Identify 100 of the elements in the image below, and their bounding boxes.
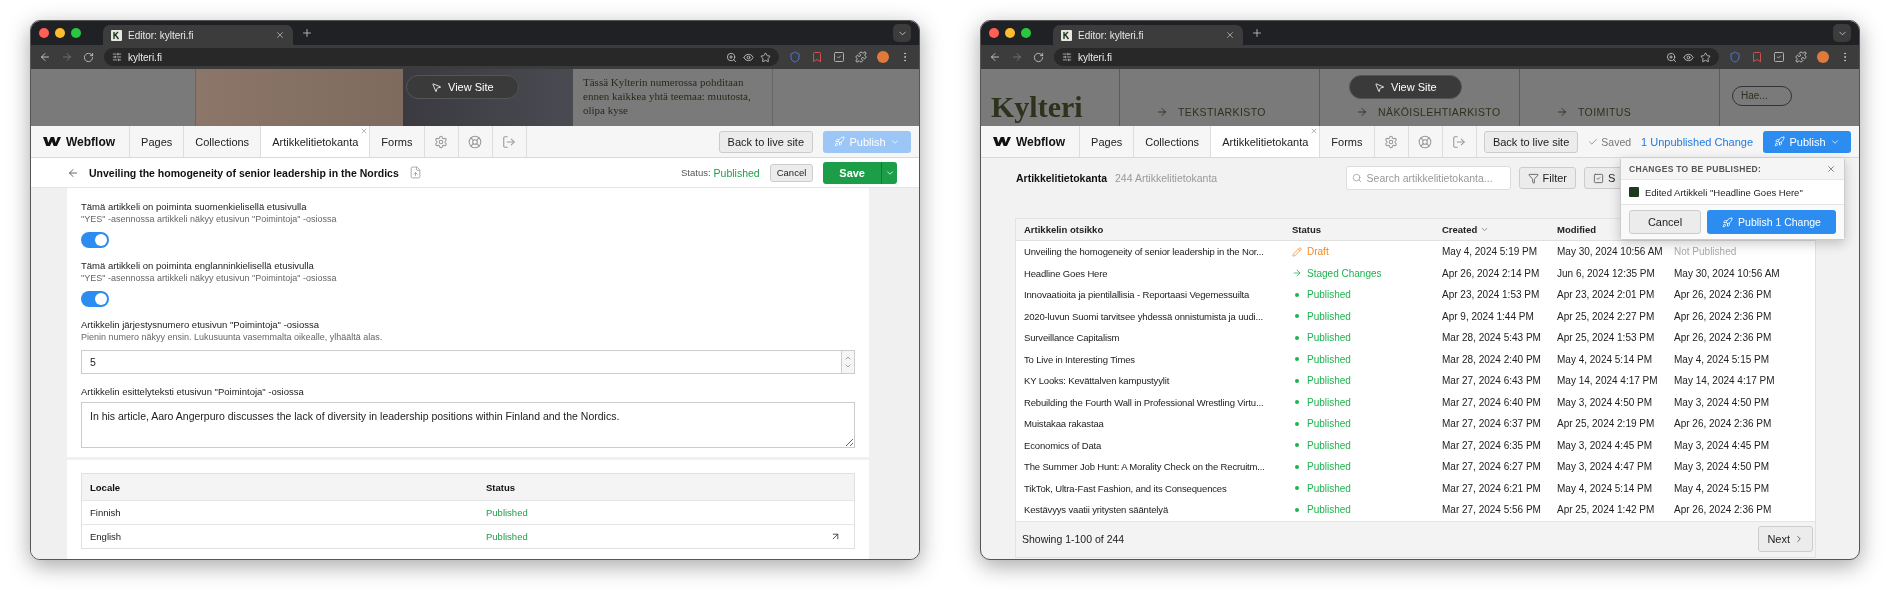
collection-icon	[1629, 187, 1639, 197]
minimize-window-button[interactable]	[1005, 28, 1015, 38]
view-site-button[interactable]: View Site	[406, 75, 519, 99]
back-icon[interactable]	[39, 51, 51, 63]
table-cell-text: Kestävyys vaatii yritysten sääntelyä	[1024, 504, 1170, 516]
extensions-icon[interactable]	[1795, 51, 1807, 63]
browser-tab[interactable]: Editor: kylteri.fi	[103, 25, 293, 45]
table-cell-text: Apr 26, 2024 2:36 PM	[1674, 289, 1773, 301]
shield-extension-icon[interactable]	[1729, 51, 1741, 63]
external-link-icon[interactable]	[830, 531, 841, 542]
stepper-control[interactable]	[841, 350, 855, 374]
zoom-icon[interactable]	[726, 51, 737, 63]
address-bar[interactable]: kylteri.fi	[1054, 48, 1719, 66]
column-header: Status	[486, 481, 517, 493]
close-window-button[interactable]	[989, 28, 999, 38]
table-cell-text: Jun 6, 2024 12:35 PM	[1557, 267, 1656, 279]
unpublished-changes-link[interactable]: 1 Unpublished Change	[1641, 135, 1753, 148]
status-label: Published	[1307, 332, 1351, 344]
browser-tab[interactable]: Editor: kylteri.fi	[1053, 25, 1243, 45]
site-logo: Kylteri	[990, 92, 1084, 125]
site-search-field[interactable]: Hae...	[1732, 85, 1792, 106]
extension-icon[interactable]	[811, 51, 823, 63]
profile-avatar[interactable]	[1817, 51, 1829, 63]
bookmark-star-icon[interactable]	[760, 51, 771, 63]
toggle-switch[interactable]	[81, 291, 109, 307]
table-cell-text: Headline Goes Here	[1024, 267, 1109, 279]
tab-menu-button[interactable]	[1833, 24, 1851, 42]
table-cell-text: May 30, 2024 10:56 AM	[1674, 267, 1781, 279]
brand-name: Webflow	[66, 134, 116, 149]
extension-icon[interactable]	[833, 51, 845, 63]
toolbar-tab[interactable]: Forms	[370, 126, 425, 157]
close-icon[interactable]	[1225, 30, 1235, 40]
save-options-button[interactable]	[881, 161, 897, 184]
cancel-button[interactable]: Cancel	[769, 163, 814, 182]
eye-icon[interactable]	[1683, 51, 1694, 63]
extensions-icon[interactable]	[855, 51, 867, 63]
sort-header[interactable]: Created	[1442, 224, 1490, 235]
extension-icon[interactable]	[1773, 51, 1785, 63]
maximize-window-button[interactable]	[71, 28, 81, 38]
toolbar-tab[interactable]: Forms	[1320, 126, 1375, 157]
toggle-switch[interactable]	[81, 232, 109, 248]
table-cell-text: Mar 27, 2024 6:43 PM	[1442, 375, 1542, 387]
rocket-icon	[834, 136, 846, 147]
table-cell-text: May 3, 2024 4:50 PM	[1674, 461, 1771, 473]
tab-menu-button[interactable]	[893, 24, 911, 42]
back-icon[interactable]	[989, 51, 1001, 63]
document-icon	[408, 166, 422, 179]
status-dot-icon	[1295, 357, 1299, 362]
eye-icon[interactable]	[743, 51, 754, 63]
maximize-window-button[interactable]	[1021, 28, 1031, 38]
address-bar[interactable]: kylteri.fi	[104, 48, 779, 66]
site-settings-icon	[112, 52, 122, 62]
text-area-field[interactable]: In his article, Aaro Angerpuro discusses the lack of diversity in leadership positions within Finland and the Nordics.	[81, 402, 855, 448]
status-dot-icon	[1295, 292, 1299, 297]
table-cell-text: Mar 27, 2024 6:35 PM	[1442, 439, 1542, 451]
table-cell-text: Muistakaa rakastaa	[1024, 418, 1105, 430]
zoom-icon[interactable]	[1666, 51, 1677, 63]
reload-icon[interactable]	[83, 51, 94, 63]
extension-icon[interactable]	[1751, 51, 1763, 63]
new-tab-icon[interactable]	[1251, 27, 1263, 39]
back-to-live-site-button[interactable]: Back to live site	[1483, 130, 1579, 153]
close-icon[interactable]	[275, 30, 285, 40]
shield-extension-icon[interactable]	[789, 51, 801, 63]
toolbar-tab[interactable]: Artikkelitietokanta	[261, 126, 371, 157]
back-to-live-site-button[interactable]: Back to live site	[718, 130, 813, 153]
webflow-logo-icon	[993, 136, 1011, 147]
status-dot-icon	[1295, 335, 1299, 340]
field-help-text: Pienin numero näkyy ensin. Lukusuunta vasemmalta oikealle, ylhäältä alas.	[81, 331, 383, 344]
profile-avatar[interactable]	[877, 51, 889, 63]
chevron-down-icon	[844, 362, 852, 370]
search-field[interactable]: Search artikkelitietokanta...	[1345, 166, 1511, 190]
cancel-button[interactable]: Cancel	[1629, 210, 1701, 234]
toolbar-tab[interactable]: Pages	[1080, 126, 1135, 157]
reload-icon[interactable]	[1033, 51, 1044, 63]
settings-icon	[434, 134, 448, 149]
toolbar-tab[interactable]: Pages	[130, 126, 185, 157]
status-cell-text: Published	[486, 507, 529, 518]
table-cell-text: Apr 26, 2024 2:36 PM	[1674, 418, 1773, 430]
back-arrow-icon[interactable]	[67, 166, 79, 179]
minimize-window-button[interactable]	[55, 28, 65, 38]
table-cell-text: To Live in Interesting Times	[1024, 353, 1136, 365]
arrow-right-icon	[1156, 106, 1168, 118]
table-cell-text: Mar 27, 2024 6:40 PM	[1442, 396, 1542, 408]
table-cell-text: Mar 27, 2024 6:27 PM	[1442, 461, 1542, 473]
bookmark-star-icon[interactable]	[1700, 51, 1711, 63]
table-cell-text: KY Looks: Kevättalven kampustyylit	[1024, 375, 1171, 387]
close-window-button[interactable]	[39, 28, 49, 38]
table-cell-text: Not Published	[1674, 246, 1738, 258]
next-button[interactable]: Next	[1758, 526, 1813, 552]
new-tab-icon[interactable]	[301, 27, 313, 39]
number-field[interactable]: 5	[81, 350, 841, 374]
settings-icon	[1384, 134, 1398, 149]
filter-button[interactable]: Filter	[1518, 167, 1576, 189]
view-site-button[interactable]: View Site	[1349, 75, 1462, 99]
table-cell-text: Apr 26, 2024 2:14 PM	[1442, 267, 1541, 279]
table-cell-text: May 3, 2024 4:45 PM	[1557, 439, 1654, 451]
close-icon[interactable]	[1826, 163, 1836, 174]
saved-status: Saved	[1601, 135, 1632, 148]
toolbar-tab[interactable]: Artikkelitietokanta	[1211, 126, 1321, 157]
field-label: Artikkelin esittelyteksti etusivun "Poimintoja" -osiossa	[81, 385, 304, 398]
